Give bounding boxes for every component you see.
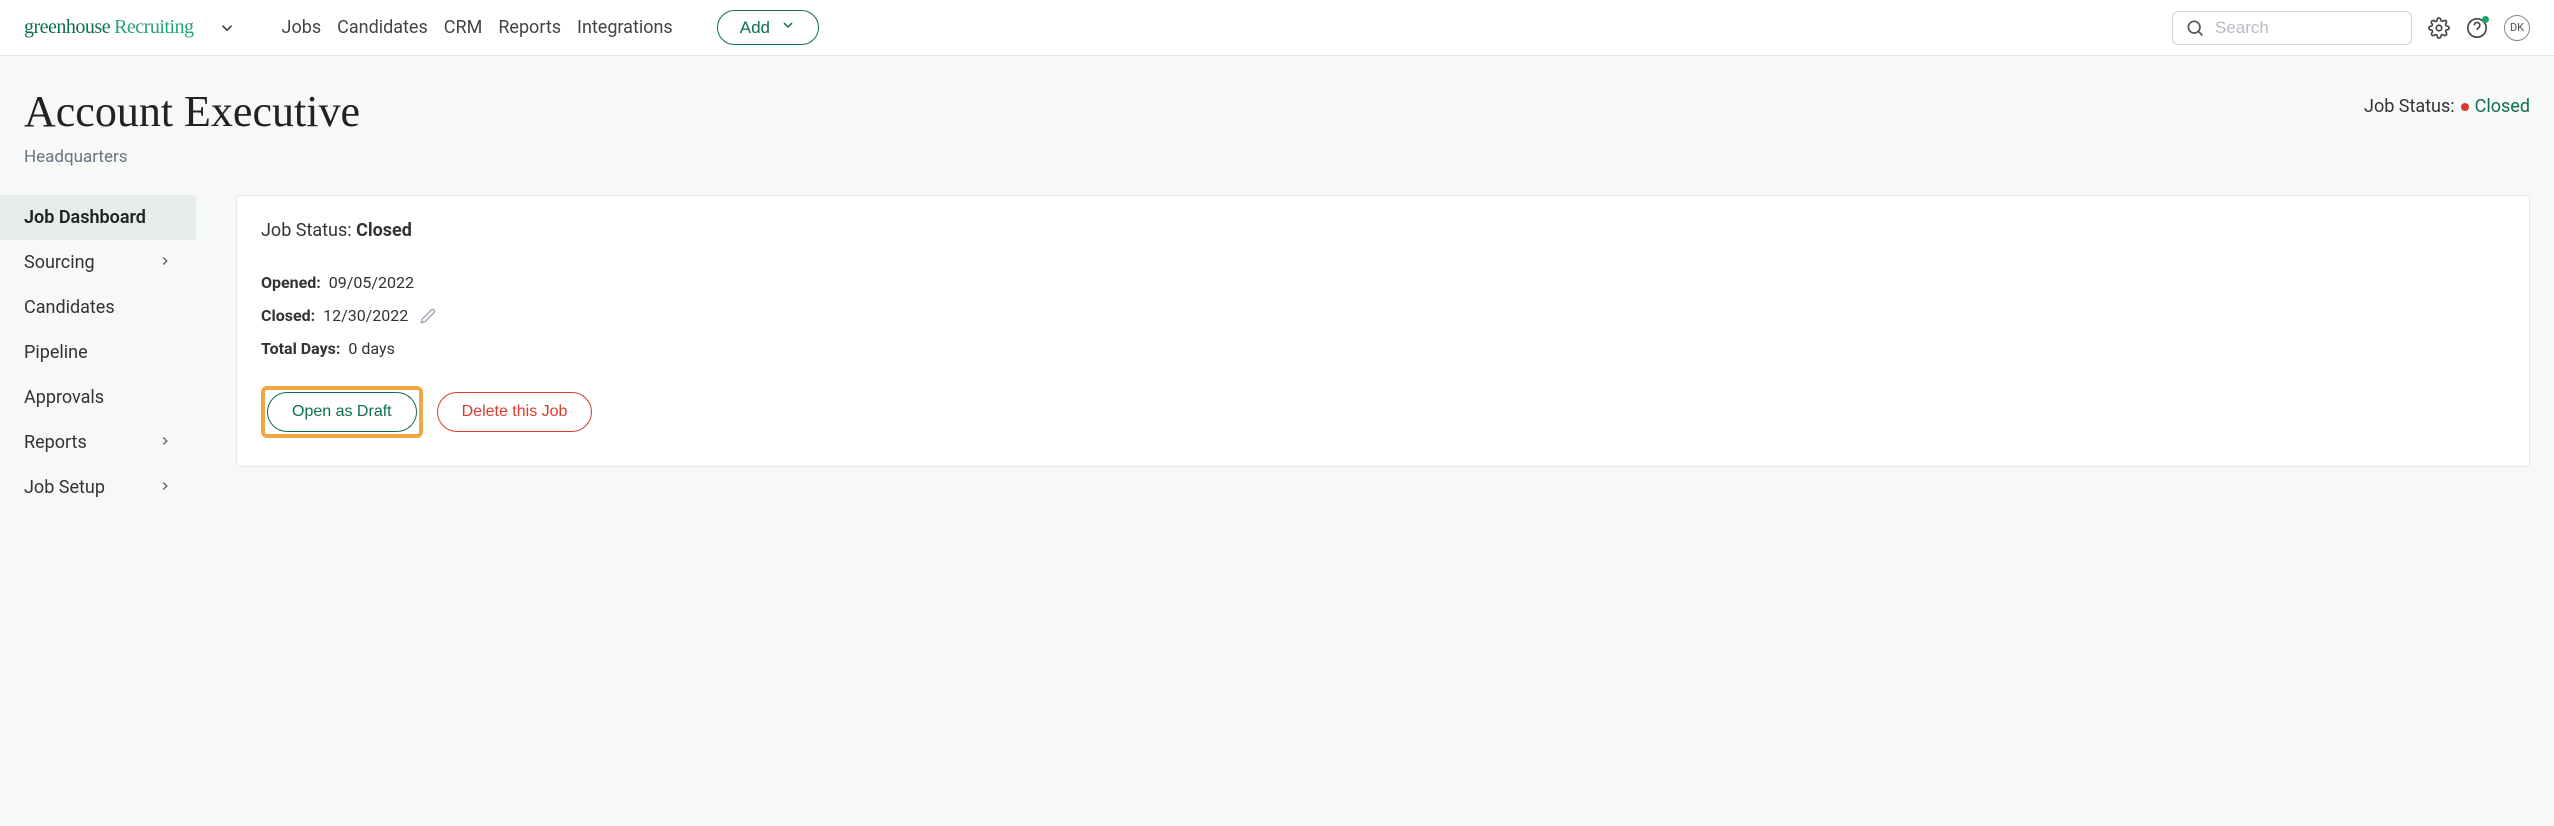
open-as-draft-button[interactable]: Open as Draft [267,392,417,432]
opened-label: Opened: [261,273,321,292]
opened-row: Opened: 09/05/2022 [261,273,2505,292]
avatar[interactable]: DK [2504,15,2530,41]
nav-integrations[interactable]: Integrations [577,17,673,38]
notification-dot [2482,16,2489,23]
page-title: Account Executive [24,86,360,137]
sidenav-item-approvals[interactable]: Approvals [0,375,196,420]
logo-text-1: greenhouse [24,16,110,39]
sidenav-item-label: Reports [24,432,87,453]
sidenav-item-pipeline[interactable]: Pipeline [0,330,196,375]
topbar: greenhouse Recruiting Jobs Candidates CR… [0,0,2554,56]
search-box[interactable] [2172,11,2412,45]
chevron-down-icon[interactable] [218,19,236,37]
job-status-label: Job Status: [2364,96,2455,117]
closed-row: Closed: 12/30/2022 [261,306,2505,325]
total-days-row: Total Days: 0 days [261,339,2505,358]
help-icon[interactable] [2466,17,2488,39]
chevron-down-icon [780,17,796,38]
nav-reports[interactable]: Reports [498,17,561,38]
avatar-initials: DK [2510,21,2524,34]
job-status-value: Closed [2475,96,2530,117]
panel-status-label: Job Status: [261,220,356,241]
opened-value: 09/05/2022 [329,273,414,292]
nav-links: Jobs Candidates CRM Reports Integrations [282,17,673,38]
sidenav: Job Dashboard Sourcing Candidates Pipeli… [0,195,196,510]
sidenav-item-label: Sourcing [24,252,95,273]
chevron-right-icon [158,252,172,273]
total-days-label: Total Days: [261,339,340,358]
sidenav-item-candidates[interactable]: Candidates [0,285,196,330]
closed-value: 12/30/2022 [323,306,408,325]
highlight-annotation: Open as Draft [261,386,423,438]
nav-jobs[interactable]: Jobs [282,17,322,38]
page-header: Account Executive Headquarters Job Statu… [24,86,2530,167]
sidenav-item-job-dashboard[interactable]: Job Dashboard [0,195,196,240]
nav-crm[interactable]: CRM [444,17,483,38]
search-input[interactable] [2215,18,2399,38]
panel-status-line: Job Status: Closed [261,220,2505,241]
search-icon [2185,18,2205,38]
page-subtitle: Headquarters [24,147,360,167]
sidenav-item-label: Job Dashboard [24,207,146,228]
add-button-label: Add [740,18,770,38]
sidenav-item-reports[interactable]: Reports [0,420,196,465]
pencil-icon[interactable] [420,308,436,324]
sidenav-item-label: Pipeline [24,342,88,363]
add-button[interactable]: Add [717,10,819,45]
status-dot-icon [2461,103,2469,111]
closed-label: Closed: [261,306,315,325]
sidenav-item-label: Approvals [24,387,104,408]
job-status-panel: Job Status: Closed Opened: 09/05/2022 Cl… [236,195,2530,467]
total-days-value: 0 days [348,339,394,358]
chevron-right-icon [158,432,172,453]
sidenav-item-label: Job Setup [24,477,105,498]
chevron-right-icon [158,477,172,498]
panel-status-value: Closed [356,220,412,241]
logo-text-2: Recruiting [114,16,193,39]
gear-icon[interactable] [2428,17,2450,39]
sidenav-item-job-setup[interactable]: Job Setup [0,465,196,510]
sidenav-item-sourcing[interactable]: Sourcing [0,240,196,285]
nav-candidates[interactable]: Candidates [337,17,428,38]
job-status-header: Job Status: Closed [2364,96,2530,117]
logo[interactable]: greenhouse Recruiting [24,16,194,39]
sidenav-item-label: Candidates [24,297,115,318]
delete-job-button[interactable]: Delete this Job [437,392,593,432]
